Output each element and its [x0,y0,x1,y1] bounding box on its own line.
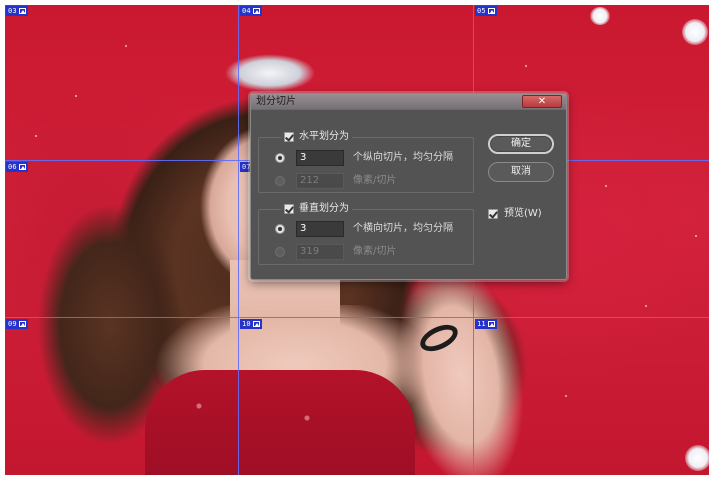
horizontal-checkbox[interactable] [284,132,294,142]
slice-label[interactable]: 03 [6,6,28,16]
vertical-pixels-radio[interactable] [275,247,285,257]
horizontal-pixels-radio[interactable] [275,176,285,186]
close-icon: ✕ [537,96,547,107]
slice-divider-horizontal[interactable] [5,317,709,318]
preview-label: 预览(W) [504,208,542,219]
slice-label[interactable]: 11 [475,319,497,329]
photo-dress [145,370,415,475]
slice-number: 09 [8,320,17,328]
dialog-titlebar[interactable]: 划分切片 ✕ [251,94,566,110]
image-icon [487,321,495,327]
image-icon [252,8,260,14]
slice-number: 06 [8,163,17,171]
image-icon [18,164,26,170]
slice-divider-vertical[interactable] [238,5,239,475]
flower-decoration [590,7,610,25]
slice-number: 04 [242,7,251,15]
flower-decoration [685,445,709,471]
slice-label[interactable]: 04 [240,6,262,16]
vertical-checkbox-label: 垂直划分为 [299,203,349,214]
flower-decoration [682,19,708,45]
slice-label[interactable]: 05 [475,6,497,16]
slice-label[interactable]: 09 [6,319,28,329]
dialog-title: 划分切片 [256,96,296,107]
image-icon [252,321,260,327]
vertical-count-radio[interactable] [275,224,285,234]
slice-label[interactable]: 06 [6,162,28,172]
slice-number: 10 [242,320,251,328]
horizontal-count-input[interactable]: 3 [296,150,344,166]
photo-tiara [210,43,330,93]
slice-number: 03 [8,7,17,15]
preview-toggle[interactable]: 预览(W) [488,208,542,220]
image-icon [18,8,26,14]
preview-checkbox[interactable] [488,209,498,219]
horizontal-divide-toggle[interactable]: 水平划分为 [281,131,352,143]
vertical-divide-toggle[interactable]: 垂直划分为 [281,203,352,215]
ok-button[interactable]: 确定 [488,134,554,154]
slice-number: 11 [477,320,486,328]
vertical-pixels-label: 像素/切片 [353,246,397,257]
horizontal-pixels-label: 像素/切片 [353,175,397,186]
slice-label[interactable]: 10 [240,319,262,329]
image-icon [18,321,26,327]
horizontal-checkbox-label: 水平划分为 [299,131,349,142]
horizontal-count-radio[interactable] [275,153,285,163]
horizontal-count-label: 个纵向切片，均匀分隔 [353,152,453,163]
vertical-count-input[interactable]: 3 [296,221,344,237]
image-icon [487,8,495,14]
vertical-checkbox[interactable] [284,204,294,214]
vertical-pixels-input[interactable]: 319 [296,244,344,260]
slice-number: 05 [477,7,486,15]
cancel-button[interactable]: 取消 [488,162,554,182]
close-button[interactable]: ✕ [522,95,562,108]
divide-slice-dialog: 划分切片 ✕ 水平划分为 3 个纵向切片，均匀分隔 212 像素/切片 垂直划分… [250,93,567,280]
vertical-count-label: 个横向切片，均匀分隔 [353,223,453,234]
horizontal-pixels-input[interactable]: 212 [296,173,344,189]
